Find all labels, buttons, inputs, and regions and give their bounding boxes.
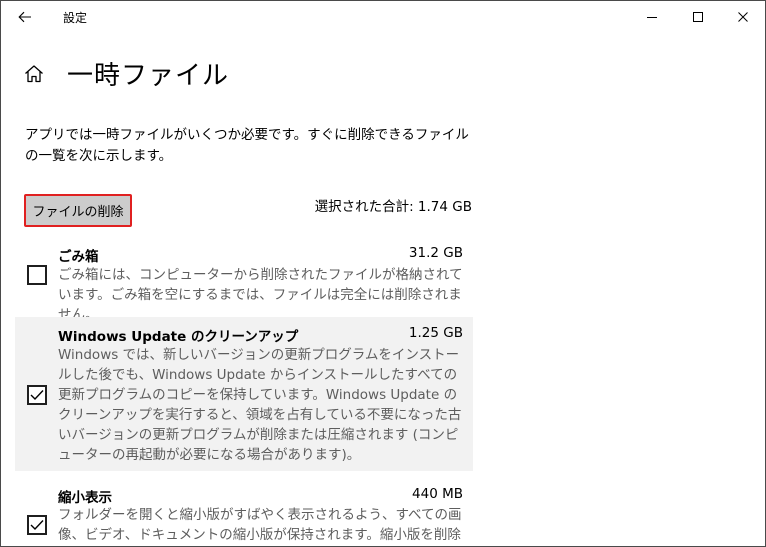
item-name: 縮小表示 xyxy=(58,490,112,506)
checkbox-recycle-bin[interactable] xyxy=(27,265,47,285)
window-title: 設定 xyxy=(63,11,88,25)
list-item-thumbnails[interactable]: 縮小表示 440 MB フォルダーを開くと縮小版がすばやく表示されるよう、すべて… xyxy=(15,479,473,546)
item-name: Windows Update のクリーンアップ xyxy=(58,329,299,345)
checkmark-icon xyxy=(30,390,44,401)
item-name: ごみ箱 xyxy=(58,249,99,265)
close-icon xyxy=(738,12,748,22)
item-size: 1.25 GB xyxy=(408,325,463,341)
selected-total: 選択された合計: 1.74 GB xyxy=(314,199,472,215)
checkbox-windows-update-cleanup[interactable] xyxy=(27,385,47,405)
page-description: アプリでは一時ファイルがいくつか必要です。すぐに削除できるファイルの一覧を次に示… xyxy=(25,127,469,164)
maximize-icon xyxy=(693,12,703,22)
item-description: Windows では、新しいバージョンの更新プログラムをインストールした後でも、… xyxy=(58,347,462,463)
list-item-windows-update-cleanup[interactable]: Windows Update のクリーンアップ 1.25 GB Windows … xyxy=(15,317,473,471)
item-description: ごみ箱には、コンピューターから削除されたファイルが格納されています。ごみ箱を空に… xyxy=(58,267,463,323)
checkbox-thumbnails[interactable] xyxy=(27,515,47,535)
home-button[interactable] xyxy=(23,63,45,85)
back-arrow-icon xyxy=(18,11,31,23)
list-item-recycle-bin[interactable]: ごみ箱 31.2 GB ごみ箱には、コンピューターから削除されたファイルが格納さ… xyxy=(15,239,473,323)
page-title: 一時ファイル xyxy=(67,61,230,91)
delete-files-button[interactable]: ファイルの削除 xyxy=(24,194,132,227)
close-button[interactable] xyxy=(720,1,765,33)
minimize-button[interactable] xyxy=(629,1,675,33)
item-size: 31.2 GB xyxy=(408,245,463,261)
checkmark-icon xyxy=(30,520,44,531)
item-size: 440 MB xyxy=(412,486,463,502)
item-description: フォルダーを開くと縮小版がすばやく表示されるよう、すべての画像、ビデオ、ドキュメ… xyxy=(58,507,462,543)
minimize-icon xyxy=(647,17,657,18)
home-icon xyxy=(25,65,43,83)
delete-files-label: ファイルの削除 xyxy=(32,205,124,220)
back-button[interactable] xyxy=(9,3,41,31)
maximize-button[interactable] xyxy=(675,1,721,33)
settings-window: 設定 一時ファイル アプリでは一時ファイルがいくつか必要です。すぐに削除できるフ… xyxy=(0,0,766,547)
title-bar: 設定 xyxy=(1,1,765,33)
